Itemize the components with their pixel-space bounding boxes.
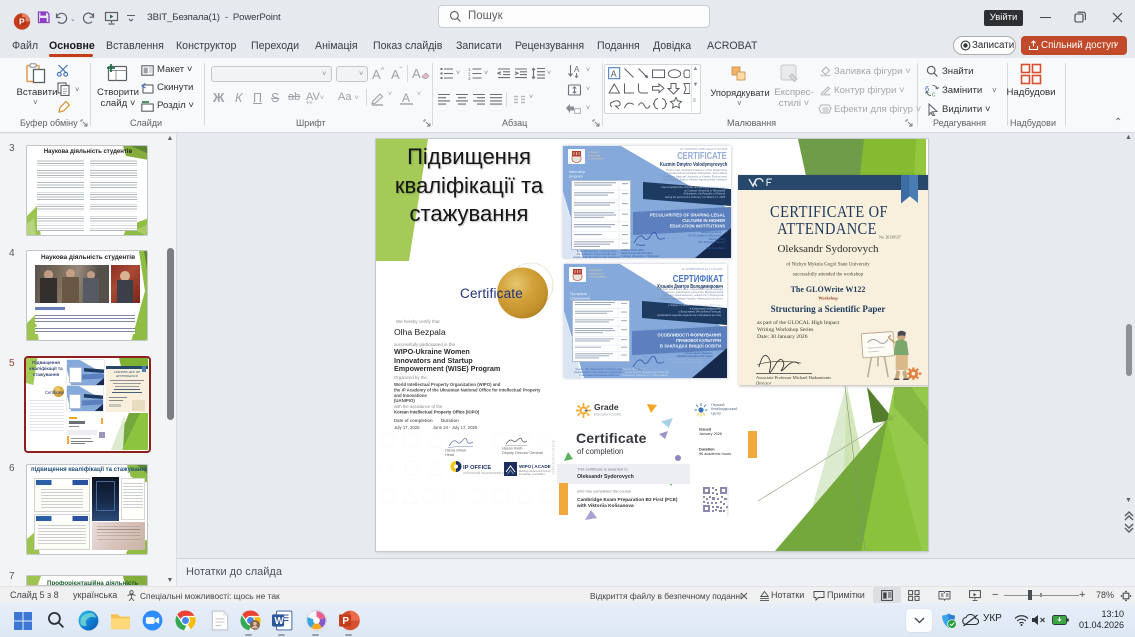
svg-text:A: A [611,69,617,79]
svg-text:3: 3 [468,76,471,80]
svg-text:A: A [574,65,580,74]
svg-text:P: P [19,16,25,26]
svg-text:с: с [932,92,936,98]
svg-text:W: W [274,616,284,627]
svg-text:P: P [342,616,349,627]
